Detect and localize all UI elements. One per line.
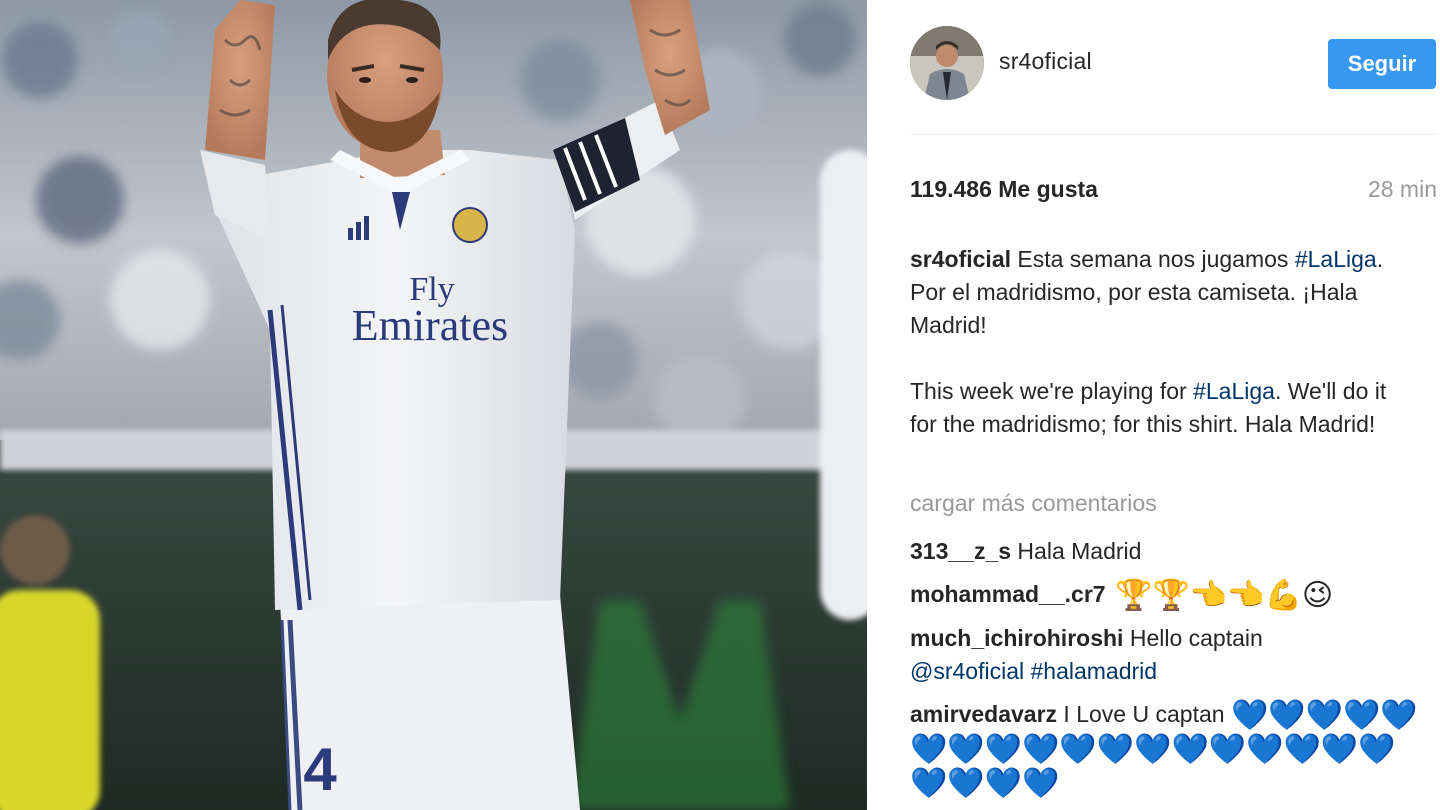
comment-username[interactable]: mohammad__.cr7 — [910, 581, 1106, 607]
load-more-comments[interactable]: cargar más comentarios — [910, 490, 1157, 517]
post-username[interactable]: sr4oficial — [999, 48, 1092, 75]
caption-en-text-1: This week we're playing for — [910, 378, 1194, 404]
comment-username[interactable]: amirvedavarz — [910, 701, 1057, 727]
caption-english: This week we're playing for #LaLiga. We'… — [910, 375, 1410, 441]
caption-en-hashtag[interactable]: #LaLiga — [1193, 378, 1275, 404]
caption-es-hashtag[interactable]: #LaLiga — [1295, 246, 1377, 272]
header-divider — [910, 134, 1437, 135]
caption-spanish: sr4oficial Esta semana nos jugamos #LaLi… — [910, 243, 1410, 342]
post-header: sr4oficial Seguir — [910, 24, 1436, 100]
caption-gap — [910, 342, 1410, 375]
post-details-panel: sr4oficial Seguir 119.486 Me gusta 28 mi… — [867, 0, 1440, 810]
comment-username[interactable]: 313__z_s — [910, 538, 1011, 564]
post-photo[interactable]: Fly Emirates 4 — [0, 0, 867, 810]
shorts-number: 4 — [303, 736, 337, 803]
avatar[interactable] — [910, 26, 984, 100]
jersey-sponsor-line2: Emirates — [352, 301, 508, 350]
comment-item: mohammad__.cr7 🏆🏆👈👈💪😉 — [910, 578, 1430, 612]
comment-item: 313__z_s Hala Madrid — [910, 535, 1430, 568]
follow-button[interactable]: Seguir — [1328, 39, 1436, 89]
comment-text: I Love U captan — [1057, 701, 1231, 727]
comment-text: Hala Madrid — [1011, 538, 1142, 564]
comment-mention[interactable]: @sr4oficial — [910, 658, 1024, 684]
comment-item: amirvedavarz I Love U captan 💙💙💙💙💙💙💙💙💙💙💙… — [910, 698, 1430, 800]
post-caption: sr4oficial Esta semana nos jugamos #LaLi… — [910, 243, 1410, 441]
post-timestamp[interactable]: 28 min — [1368, 176, 1437, 203]
avatar-image — [910, 26, 984, 100]
caption-es-text-1: Esta semana nos jugamos — [1011, 246, 1289, 272]
post-photo-illustration: Fly Emirates 4 — [0, 0, 867, 810]
comment-username[interactable]: much_ichirohiroshi — [910, 625, 1123, 651]
comment-item: much_ichirohiroshi Hello captain @sr4ofi… — [910, 622, 1430, 688]
likes-count[interactable]: 119.486 Me gusta — [910, 176, 1098, 203]
comment-emoji-text: 🏆🏆👈👈💪😉 — [1105, 578, 1334, 613]
comment-hashtag[interactable]: #halamadrid — [1031, 658, 1158, 684]
instagram-post-view: Fly Emirates 4 sr4oficial Seguir 119.486… — [0, 0, 1440, 810]
caption-author[interactable]: sr4oficial — [910, 246, 1011, 272]
comments-list: 313__z_s Hala Madrid mohammad__.cr7 🏆🏆👈👈… — [910, 535, 1430, 810]
comment-text: Hello captain — [1123, 625, 1263, 651]
